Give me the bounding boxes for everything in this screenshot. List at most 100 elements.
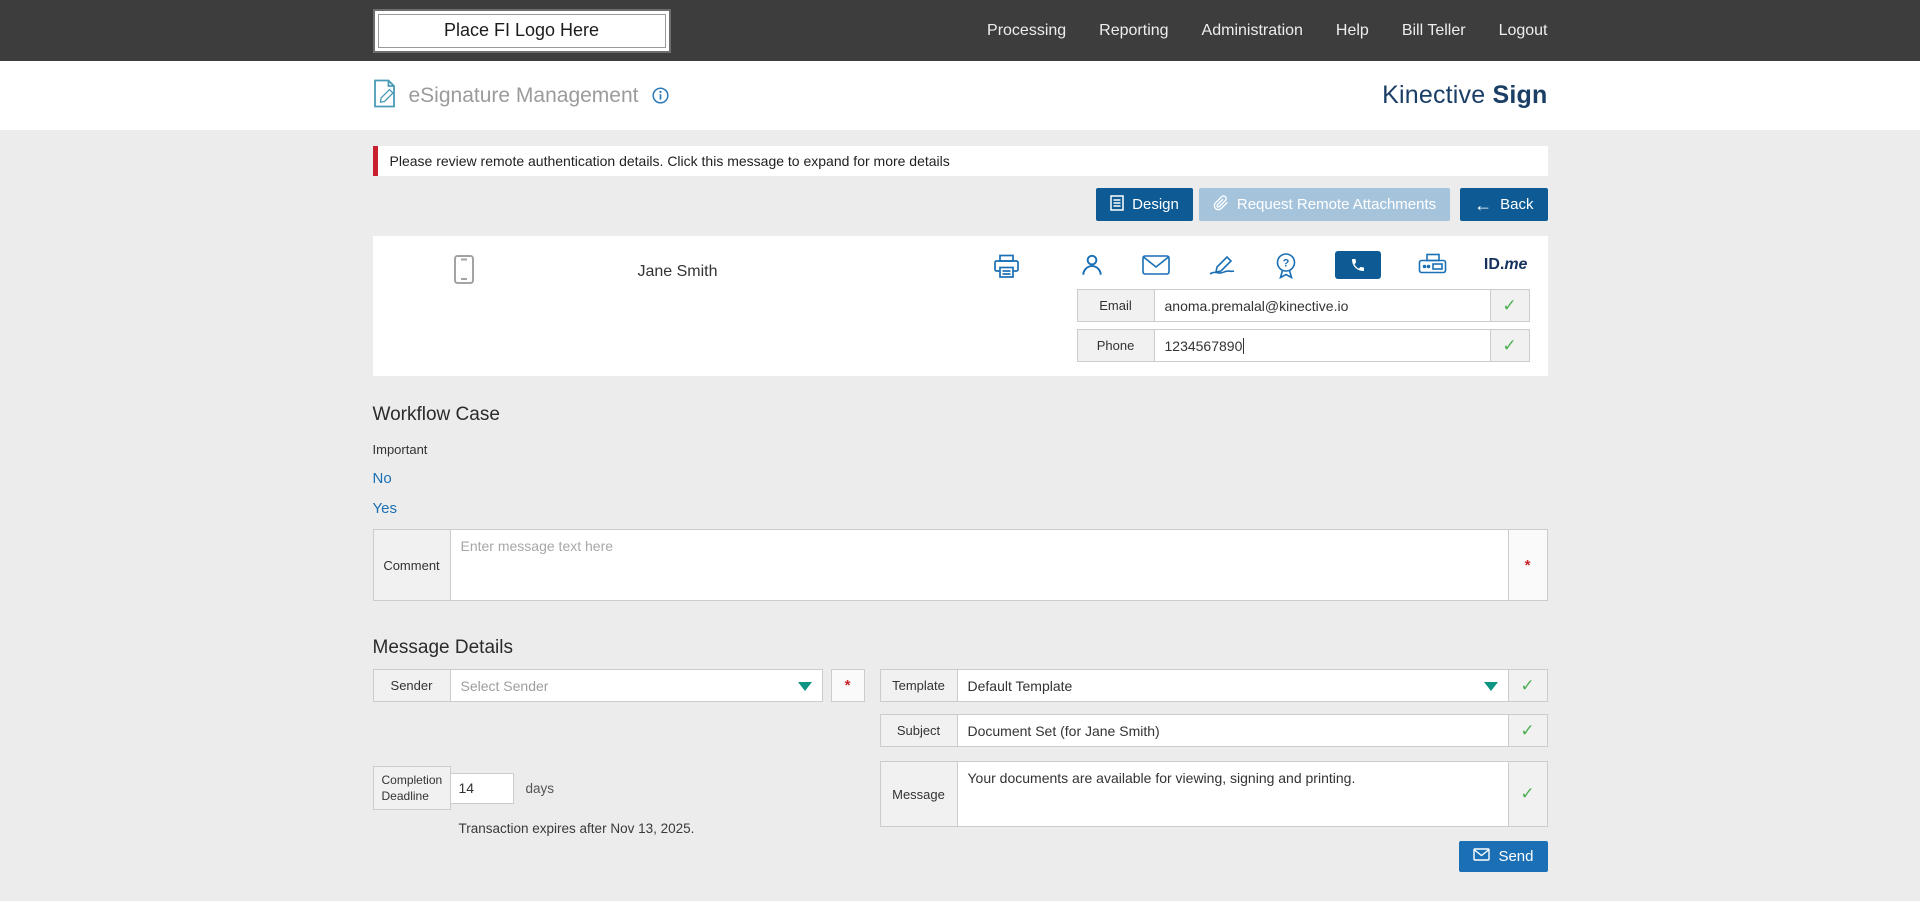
- main-content: Please review remote authentication deta…: [373, 130, 1548, 872]
- chevron-down-icon: [798, 682, 812, 691]
- important-option-no[interactable]: No: [373, 470, 392, 487]
- phone-value: 1234567890: [1165, 338, 1243, 354]
- subject-field-row: Subject ✓: [880, 714, 1548, 747]
- email-label: Email: [1077, 289, 1155, 322]
- sender-select[interactable]: Select Sender: [450, 669, 823, 702]
- template-valid-indicator: ✓: [1508, 669, 1548, 702]
- nav-user-bill-teller[interactable]: Bill Teller: [1402, 22, 1466, 40]
- request-remote-attachments-label: Request Remote Attachments: [1237, 196, 1436, 213]
- page-header: eSignature Management Kinective Sign: [0, 61, 1920, 130]
- check-icon: ✓: [1502, 296, 1516, 316]
- toolbar: Design Request Remote Attachments ← Back: [373, 188, 1548, 221]
- message-field-row: Message Your documents are available for…: [880, 761, 1548, 827]
- message-textarea[interactable]: Your documents are available for viewing…: [957, 761, 1509, 827]
- info-icon[interactable]: [652, 87, 669, 104]
- template-selected-value: Default Template: [968, 678, 1073, 694]
- auth-fax-icon[interactable]: [1418, 253, 1447, 277]
- sender-placeholder: Select Sender: [461, 678, 549, 694]
- phone-field-row: Phone 1234567890 ✓: [1077, 329, 1530, 362]
- email-field-row: Email ✓: [1077, 289, 1530, 322]
- design-button-label: Design: [1132, 196, 1179, 213]
- completion-deadline-input[interactable]: [450, 773, 514, 804]
- auth-idme-icon[interactable]: ID.me: [1484, 256, 1528, 274]
- back-button-label: Back: [1500, 196, 1533, 213]
- recipient-auth-panel: ? I: [1077, 248, 1530, 362]
- check-icon: ✓: [1520, 784, 1534, 804]
- recipient-device-icon: [453, 254, 475, 290]
- nav-reporting[interactable]: Reporting: [1099, 22, 1168, 40]
- brand-product: Sign: [1493, 81, 1548, 109]
- send-button[interactable]: Send: [1459, 841, 1547, 872]
- auth-signature-icon[interactable]: [1207, 253, 1237, 277]
- page-title: eSignature Management: [409, 84, 639, 108]
- design-document-icon: [1110, 195, 1124, 215]
- auth-question-badge-icon[interactable]: ?: [1274, 252, 1298, 279]
- top-bar: Place FI Logo Here Processing Reporting …: [0, 0, 1920, 61]
- email-valid-indicator: ✓: [1490, 289, 1530, 322]
- chevron-down-icon: [1484, 682, 1498, 691]
- nav-administration[interactable]: Administration: [1202, 22, 1303, 40]
- sender-label: Sender: [373, 669, 451, 702]
- template-field-row: Template Default Template ✓: [880, 669, 1548, 702]
- message-valid-indicator: ✓: [1508, 761, 1548, 827]
- subject-input[interactable]: [957, 714, 1509, 747]
- send-row: Send: [880, 841, 1548, 872]
- brand-name: Kinective: [1382, 81, 1485, 109]
- message-details-title: Message Details: [373, 637, 1548, 659]
- completion-deadline-row: Completion Deadline days: [373, 766, 865, 810]
- svg-text:?: ?: [1282, 257, 1289, 269]
- auth-method-row: ? I: [1077, 248, 1530, 282]
- back-arrow-icon: ←: [1474, 196, 1492, 214]
- kinective-sign-logo: Kinective Sign: [1382, 81, 1547, 110]
- subject-label: Subject: [880, 714, 958, 747]
- nav-logout[interactable]: Logout: [1499, 22, 1548, 40]
- request-remote-attachments-button[interactable]: Request Remote Attachments: [1199, 188, 1450, 221]
- send-envelope-icon: [1473, 848, 1490, 865]
- auth-email-icon[interactable]: [1142, 255, 1170, 275]
- text-caret: [1243, 338, 1244, 354]
- nav-help[interactable]: Help: [1336, 22, 1369, 40]
- alert-message: Please review remote authentication deta…: [390, 153, 950, 169]
- message-label: Message: [880, 761, 958, 827]
- comment-required-indicator: *: [1508, 529, 1548, 601]
- deadline-unit-label: days: [526, 781, 555, 796]
- workflow-case-title: Workflow Case: [373, 404, 1548, 426]
- comment-textarea[interactable]: [450, 529, 1509, 601]
- recipient-name: Jane Smith: [618, 263, 738, 281]
- subject-valid-indicator: ✓: [1508, 714, 1548, 747]
- nav-processing[interactable]: Processing: [987, 22, 1066, 40]
- message-details-left-column: Sender Select Sender * Completion Deadli…: [373, 669, 865, 836]
- idme-label-me: me: [1504, 256, 1527, 274]
- auth-phone-icon[interactable]: [1335, 251, 1381, 279]
- send-button-label: Send: [1498, 848, 1533, 865]
- design-button[interactable]: Design: [1096, 188, 1193, 221]
- fi-logo-placeholder[interactable]: Place FI Logo Here: [373, 9, 671, 53]
- sender-required-indicator: *: [831, 669, 865, 702]
- important-label: Important: [373, 442, 1548, 457]
- comment-label: Comment: [373, 529, 451, 601]
- completion-deadline-label: Completion Deadline: [373, 766, 451, 810]
- template-label: Template: [880, 669, 958, 702]
- top-navigation: Processing Reporting Administration Help…: [987, 22, 1547, 40]
- sender-field-row: Sender Select Sender *: [373, 669, 865, 702]
- expiry-note: Transaction expires after Nov 13, 2025.: [373, 821, 865, 836]
- template-select[interactable]: Default Template: [957, 669, 1509, 702]
- back-button[interactable]: ← Back: [1460, 188, 1547, 221]
- alert-banner[interactable]: Please review remote authentication deta…: [373, 146, 1548, 176]
- email-input[interactable]: [1154, 289, 1491, 322]
- esignature-document-icon: [373, 79, 398, 113]
- phone-valid-indicator: ✓: [1490, 329, 1530, 362]
- important-option-yes[interactable]: Yes: [373, 500, 397, 517]
- paperclip-icon: [1213, 195, 1229, 215]
- print-icon[interactable]: [993, 254, 1020, 282]
- idme-label-id: ID.: [1484, 256, 1504, 274]
- message-details-columns: Sender Select Sender * Completion Deadli…: [373, 669, 1548, 872]
- phone-input[interactable]: 1234567890: [1154, 329, 1491, 362]
- check-icon: ✓: [1520, 721, 1534, 741]
- check-icon: ✓: [1520, 676, 1534, 696]
- required-asterisk-icon: *: [845, 677, 851, 694]
- auth-user-icon[interactable]: [1079, 252, 1105, 278]
- phone-label: Phone: [1077, 329, 1155, 362]
- message-details-right-column: Template Default Template ✓ Subject ✓ Me…: [880, 669, 1548, 872]
- required-asterisk-icon: *: [1525, 557, 1531, 574]
